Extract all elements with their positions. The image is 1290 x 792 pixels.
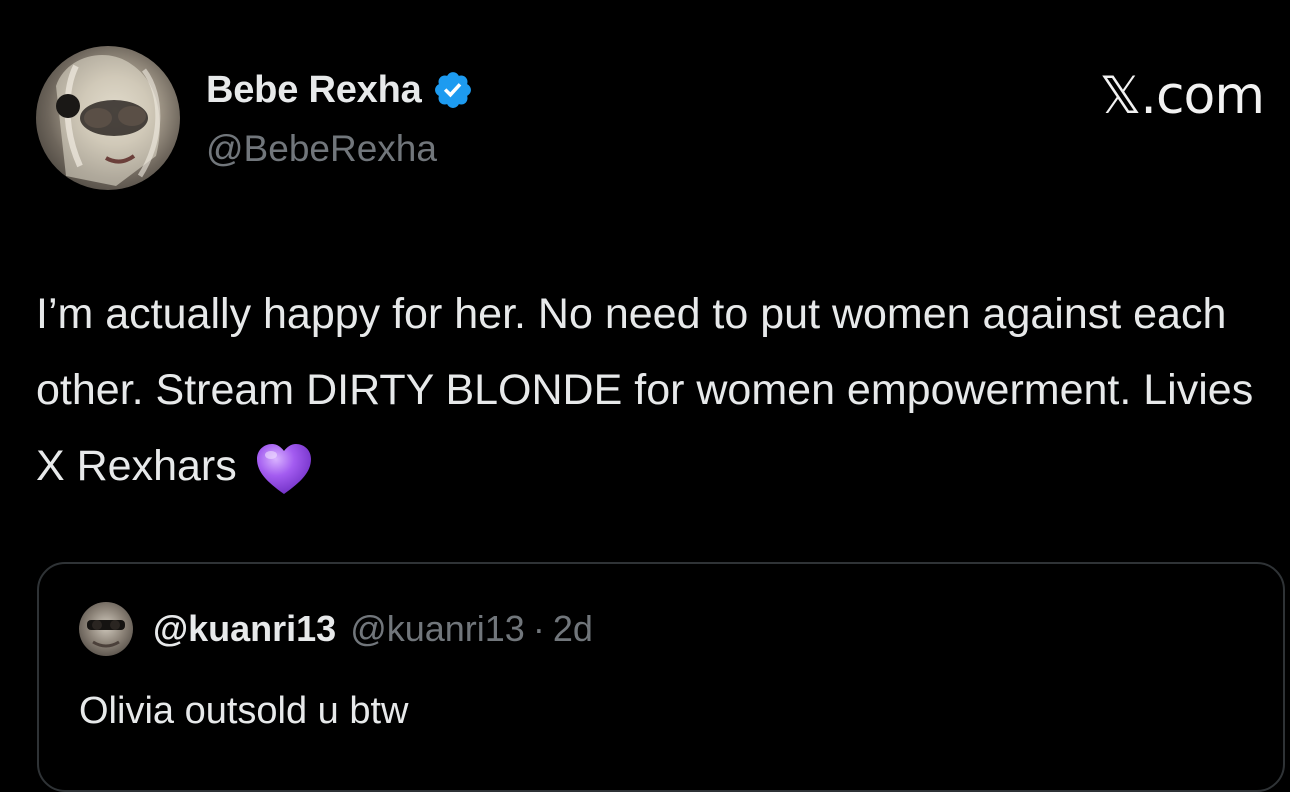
author-avatar[interactable] <box>36 46 180 190</box>
quoted-tweet-text: Olivia outsold u btw <box>79 690 409 732</box>
quoted-tweet-time[interactable]: 2d <box>553 608 593 650</box>
quoted-tweet-header: @kuanri13 @kuanri13 · 2d <box>153 608 593 650</box>
tweet-text: I’m actually happy for her. No need to p… <box>36 276 1256 504</box>
tweet-card: Bebe Rexha @BebeRexha 𝕏.com I’m actually… <box>0 0 1290 792</box>
quoted-tweet[interactable]: @kuanri13 @kuanri13 · 2d Olivia outsold … <box>37 562 1285 792</box>
author-name-row: Bebe Rexha <box>206 64 474 116</box>
tweet-body: I’m actually happy for her. No need to p… <box>36 290 1254 490</box>
purple-heart-icon <box>255 442 313 496</box>
x-logo-watermark: 𝕏.com <box>1099 66 1265 126</box>
quoted-author-name[interactable]: @kuanri13 <box>153 608 336 650</box>
quoted-author-handle[interactable]: @kuanri13 <box>350 608 525 650</box>
separator-dot: · <box>532 608 545 649</box>
verified-badge-icon <box>432 69 474 111</box>
quoted-author-avatar[interactable] <box>79 602 133 656</box>
author-handle[interactable]: @BebeRexha <box>206 128 437 170</box>
author-name[interactable]: Bebe Rexha <box>206 69 422 112</box>
